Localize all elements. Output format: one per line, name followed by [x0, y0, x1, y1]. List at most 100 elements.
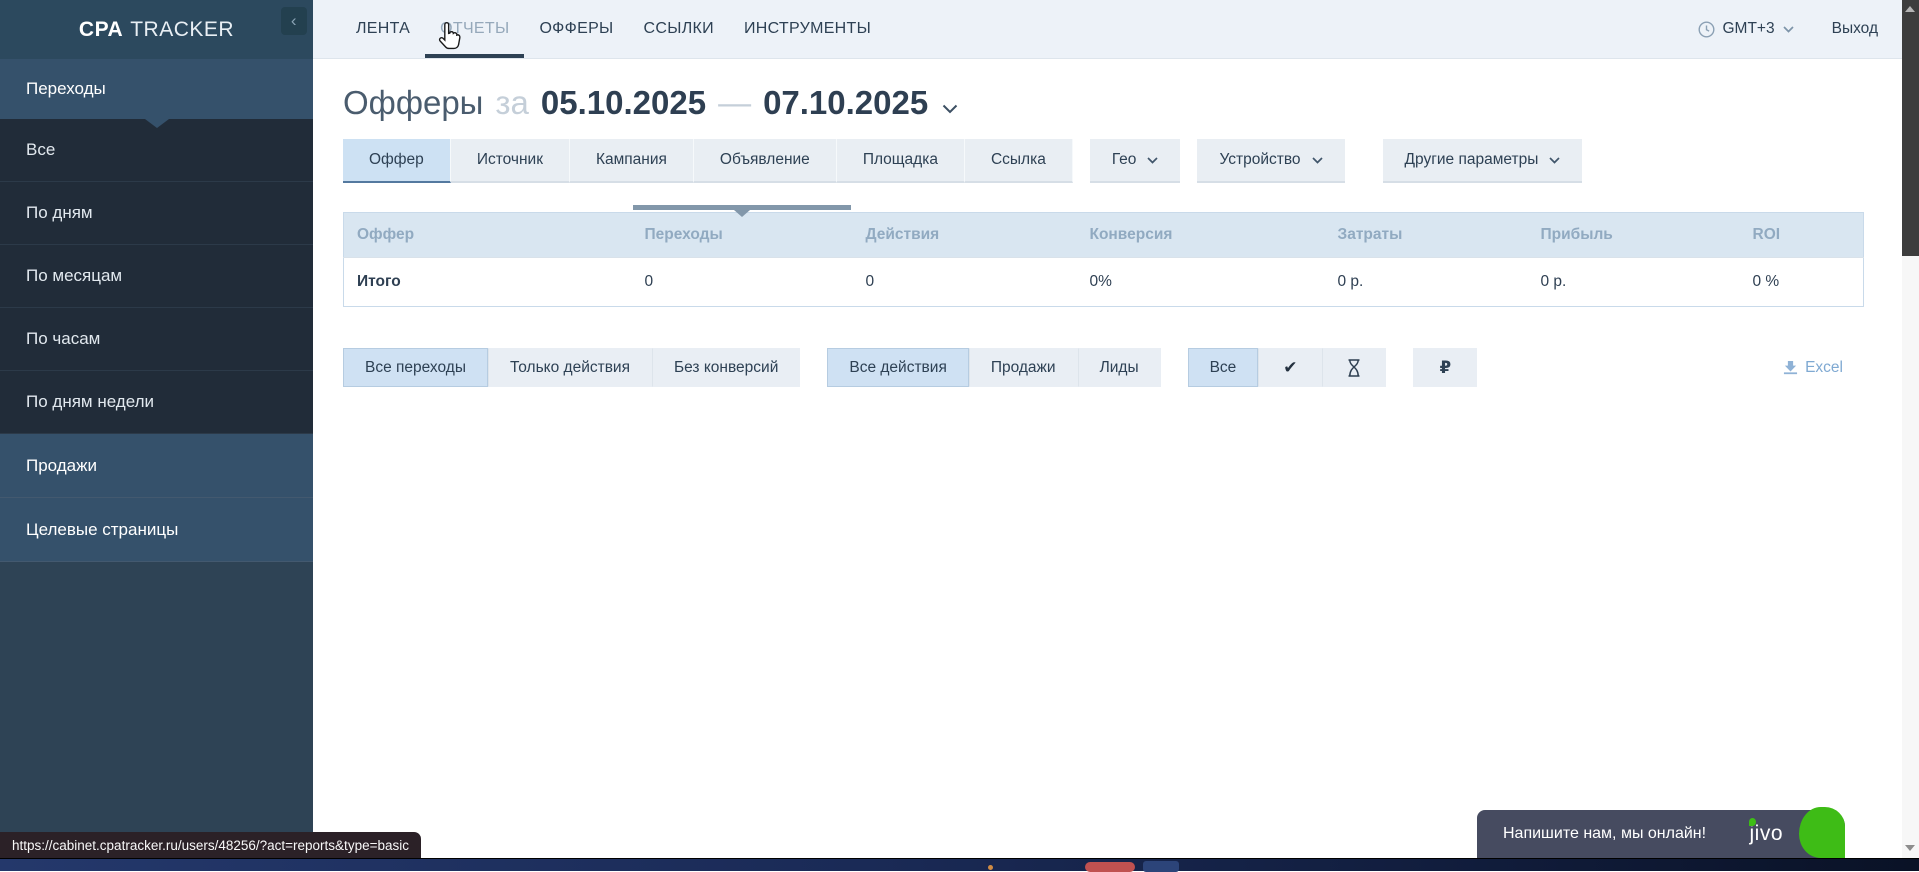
tab-label: Оффер [369, 151, 424, 169]
title-preposition: за [495, 84, 528, 122]
logout-link[interactable]: Выход [1832, 20, 1878, 38]
expanded-notch [145, 119, 169, 128]
nav-label: ОФФЕРЫ [539, 20, 613, 38]
col-actions[interactable]: Действия [853, 213, 1077, 258]
chevron-left-icon: ‹ [291, 11, 297, 31]
sidebar-item-label: Целевые страницы [26, 520, 178, 540]
tab-link[interactable]: Ссылка [965, 139, 1073, 183]
filter-label: Все [1210, 359, 1237, 377]
tab-label: Источник [477, 151, 543, 169]
download-icon [1783, 360, 1798, 375]
scroll-down-arrow-icon[interactable] [1905, 845, 1915, 851]
dimension-tabs: Оффер Источник Кампания Объявление Площа… [343, 139, 1902, 183]
filter-no-conversions[interactable]: Без конверсий [652, 348, 800, 387]
filter-all-actions[interactable]: Все действия [827, 348, 968, 387]
chevron-down-icon [1783, 26, 1794, 33]
filter-label: Продажи [991, 359, 1056, 377]
totals-costs: 0 р. [1325, 258, 1528, 307]
other-params-dropdown[interactable]: Другие параметры [1383, 139, 1583, 183]
scrollbar-thumb[interactable] [1902, 0, 1919, 256]
filter-toolbar: Все переходы Только действия Без конверс… [343, 348, 1863, 387]
taskbar-dot [988, 865, 993, 870]
chat-message: Напишите нам, мы онлайн! [1477, 825, 1706, 843]
status-url: https://cabinet.cpatracker.ru/users/4825… [12, 838, 409, 853]
taskbar-tile [1143, 861, 1179, 872]
filter-currency-ruble[interactable]: ₽ [1413, 348, 1477, 387]
totals-label: Итого [344, 258, 632, 307]
sidebar-item-by-months[interactable]: По месяцам [0, 245, 313, 308]
filter-status-all[interactable]: Все [1188, 348, 1259, 387]
main-area: ЛЕНТА ОТЧЕТЫ ОФФЕРЫ ССЫЛКИ ИНСТРУМЕНТЫ [313, 0, 1902, 858]
col-profit[interactable]: Прибыль [1528, 213, 1740, 258]
sidebar-item-by-days[interactable]: По дням [0, 182, 313, 245]
nav-feed[interactable]: ЛЕНТА [341, 0, 425, 58]
col-conversion[interactable]: Конверсия [1077, 213, 1325, 258]
tab-campaign[interactable]: Кампания [570, 139, 694, 183]
tab-label: Ссылка [991, 151, 1046, 169]
check-icon: ✔ [1283, 358, 1297, 378]
topbar-right: GMT+3 Выход [1698, 0, 1903, 58]
sidebar-item-label: По дням недели [26, 392, 154, 412]
report-content: Офферы за 05.10.2025 — 07.10.2025 Оффер … [313, 59, 1902, 387]
app-logo[interactable]: CPA TRACKER ‹ [0, 0, 313, 59]
sidebar-item-sales[interactable]: Продажи [0, 434, 313, 498]
filter-leads[interactable]: Лиды [1078, 348, 1161, 387]
traffic-filter-group: Все переходы Только действия Без конверс… [343, 348, 800, 387]
device-dropdown[interactable]: Устройство [1197, 139, 1344, 183]
nav-label: ИНСТРУМЕНТЫ [744, 20, 871, 38]
sidebar-item-all[interactable]: Все [0, 119, 313, 182]
tab-platform[interactable]: Площадка [837, 139, 965, 183]
chat-widget[interactable]: Напишите нам, мы онлайн! jivo [1477, 810, 1845, 858]
col-offer[interactable]: Оффер [344, 213, 632, 258]
date-to[interactable]: 07.10.2025 [763, 84, 928, 122]
filter-status-confirmed[interactable]: ✔ [1258, 348, 1322, 387]
sidebar: CPA TRACKER ‹ Переходы Все По дням По ме… [0, 0, 313, 858]
nav-tools[interactable]: ИНСТРУМЕНТЫ [729, 0, 886, 58]
sidebar-item-by-hours[interactable]: По часам [0, 308, 313, 371]
sidebar-item-landing-pages[interactable]: Целевые страницы [0, 498, 313, 562]
filter-status-pending[interactable] [1322, 348, 1386, 387]
tab-ad[interactable]: Объявление [694, 139, 837, 183]
geo-dropdown[interactable]: Гео [1090, 139, 1181, 183]
filter-all-transitions[interactable]: Все переходы [343, 348, 488, 387]
date-range-dropdown-icon[interactable] [942, 85, 958, 122]
filter-label: Без конверсий [674, 359, 778, 377]
nav-offers[interactable]: ОФФЕРЫ [524, 0, 628, 58]
chevron-down-icon [1312, 157, 1323, 164]
top-navigation: ЛЕНТА ОТЧЕТЫ ОФФЕРЫ ССЫЛКИ ИНСТРУМЕНТЫ [313, 0, 1902, 59]
tab-offer[interactable]: Оффер [343, 139, 451, 183]
col-costs[interactable]: Затраты [1325, 213, 1528, 258]
currency-filter-group: ₽ [1413, 348, 1477, 387]
tab-label: Кампания [596, 151, 667, 169]
sidebar-collapse-button[interactable]: ‹ [281, 7, 307, 35]
sidebar-item-by-weekdays[interactable]: По дням недели [0, 371, 313, 434]
jivo-brand-text: jivo [1749, 822, 1783, 845]
tab-label: Объявление [720, 151, 810, 169]
page-title: Офферы за 05.10.2025 — 07.10.2025 [343, 84, 1902, 122]
col-roi[interactable]: ROI [1740, 213, 1864, 258]
tab-label: Площадка [863, 151, 938, 169]
status-filter-group: Все ✔ [1188, 348, 1387, 387]
sidebar-menu: Переходы Все По дням По месяцам По часам… [0, 59, 313, 562]
date-separator: — [718, 84, 751, 122]
totals-actions: 0 [853, 258, 1077, 307]
top-nav-menu: ЛЕНТА ОТЧЕТЫ ОФФЕРЫ ССЫЛКИ ИНСТРУМЕНТЫ [313, 0, 886, 58]
excel-export-link[interactable]: Excel [1783, 359, 1843, 377]
dropdown-label: Устройство [1219, 151, 1300, 169]
filter-only-actions[interactable]: Только действия [488, 348, 652, 387]
filter-label: Все действия [849, 359, 946, 377]
scroll-up-arrow-icon[interactable] [1905, 6, 1915, 12]
col-clicks[interactable]: Переходы [632, 213, 853, 258]
sidebar-item-transitions[interactable]: Переходы [0, 59, 313, 119]
hourglass-icon [1347, 359, 1361, 377]
dimension-tab-group: Оффер Источник Кампания Объявление Площа… [343, 139, 1073, 183]
ruble-icon: ₽ [1440, 358, 1451, 377]
sidebar-item-label: По часам [26, 329, 100, 349]
timezone-selector[interactable]: GMT+3 [1698, 20, 1794, 38]
filter-sales[interactable]: Продажи [969, 348, 1078, 387]
sort-indicator-arrow [734, 210, 750, 217]
nav-links[interactable]: ССЫЛКИ [629, 0, 729, 58]
tab-source[interactable]: Источник [451, 139, 570, 183]
date-from[interactable]: 05.10.2025 [541, 84, 706, 122]
vertical-scrollbar[interactable] [1902, 0, 1919, 858]
